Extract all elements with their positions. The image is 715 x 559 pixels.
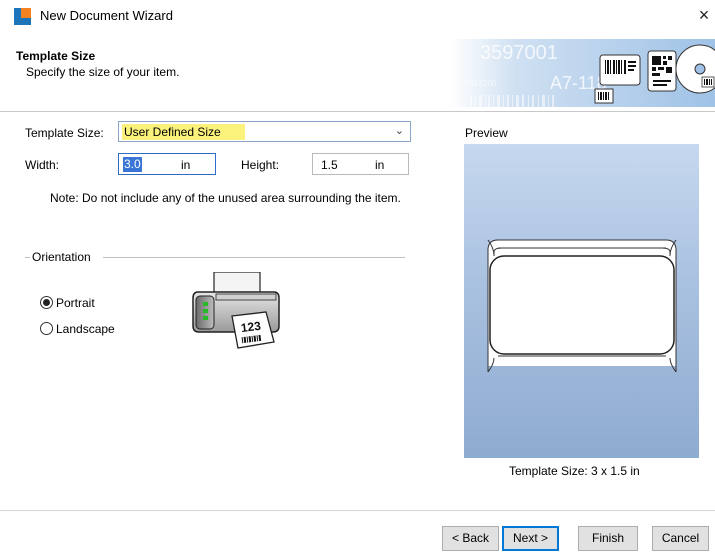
- footer-divider: [0, 510, 715, 511]
- portrait-label[interactable]: Portrait: [56, 296, 95, 310]
- label-app-icon: [14, 8, 31, 25]
- printer-number: 123: [240, 319, 262, 335]
- template-size-value: User Defined Size: [122, 124, 245, 140]
- landscape-radio[interactable]: [40, 322, 53, 335]
- height-value: 1.5: [321, 158, 338, 172]
- portrait-radio[interactable]: [40, 296, 53, 309]
- width-value: 3.0: [123, 157, 142, 172]
- header-banner-image: 3597001 A7-118 3912200: [450, 39, 715, 107]
- orientation-group-line: [25, 257, 30, 258]
- back-button[interactable]: < Back: [442, 526, 499, 551]
- header-divider: [0, 111, 715, 112]
- height-input[interactable]: 1.5 in: [312, 153, 409, 175]
- width-label: Width:: [25, 158, 60, 172]
- page-title: Template Size: [16, 49, 96, 63]
- size-note: Note: Do not include any of the unused a…: [50, 191, 401, 205]
- template-size-label: Template Size:: [25, 126, 104, 140]
- height-unit: in: [375, 158, 385, 172]
- orientation-group-label: Orientation: [32, 250, 91, 264]
- next-button[interactable]: Next >: [502, 526, 559, 551]
- finish-button[interactable]: Finish: [578, 526, 638, 551]
- width-input[interactable]: 3.0 in: [118, 153, 216, 175]
- wizard-header: Template Size Specify the size of your i…: [0, 31, 715, 111]
- chevron-down-icon[interactable]: ⌄: [395, 124, 404, 137]
- preview-caption: Template Size: 3 x 1.5 in: [509, 464, 640, 478]
- banner-text-3: 3912200: [465, 79, 497, 88]
- page-subtitle: Specify the size of your item.: [26, 65, 180, 79]
- height-label: Height:: [241, 158, 280, 172]
- window-title: New Document Wizard: [40, 8, 173, 23]
- close-icon[interactable]: ×: [694, 4, 714, 26]
- preview-label: Preview: [465, 126, 508, 140]
- banner-text-1: 3597001: [480, 42, 558, 64]
- radio-selected-dot: [43, 299, 50, 306]
- printer-icon: 123: [192, 272, 280, 349]
- label-preview-graphic: [487, 239, 677, 373]
- width-unit: in: [181, 158, 191, 172]
- template-size-dropdown[interactable]: User Defined Size ⌄: [118, 121, 411, 142]
- landscape-label[interactable]: Landscape: [56, 322, 115, 336]
- cancel-button[interactable]: Cancel: [652, 526, 709, 551]
- orientation-group-line: [103, 257, 405, 258]
